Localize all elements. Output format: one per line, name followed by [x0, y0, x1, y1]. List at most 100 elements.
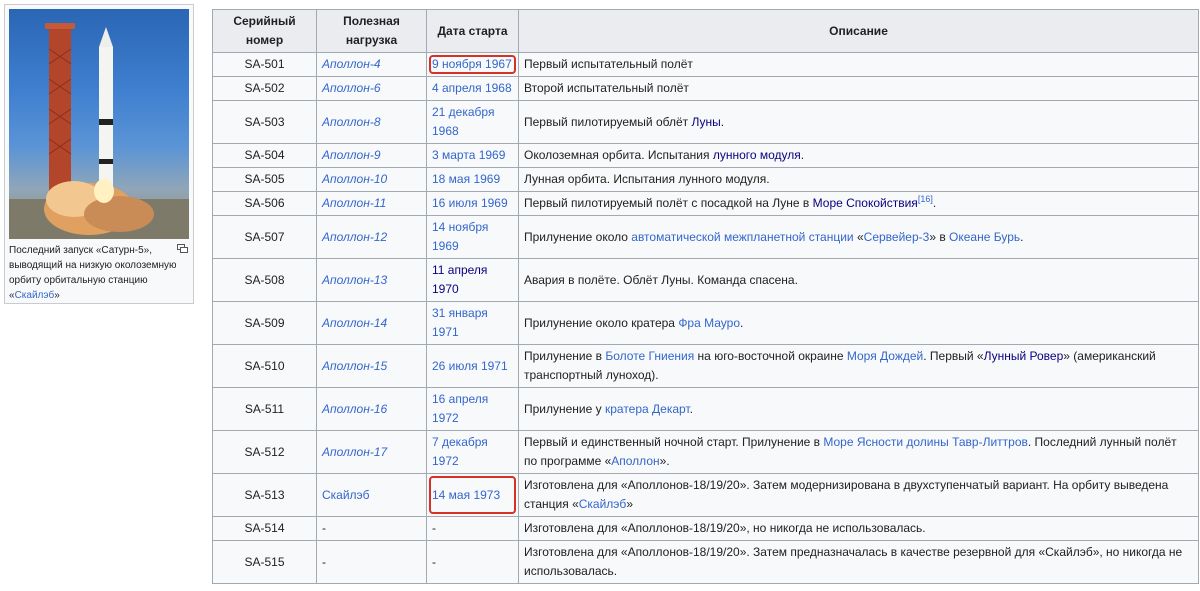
table-row: SA-507 Аполлон-12 14 ноября 1969 Прилунение…: [212, 215, 1199, 259]
reference-link[interactable]: [16]: [918, 194, 933, 204]
serial-cell: SA-510: [212, 344, 317, 388]
description-text: .: [1020, 229, 1024, 244]
description-cell: Изготовлена для «Аполлонов-18/19/20», но…: [518, 516, 1199, 541]
launch-date-link[interactable]: 14 мая 1973: [432, 488, 500, 502]
table-row: SA-513 Скайлэб 14 мая 1973 Изготовлена для …: [212, 473, 1199, 517]
description-text: Прилунение около: [524, 229, 632, 244]
description-link[interactable]: долины Тавр-Литтров: [906, 435, 1028, 449]
description-link[interactable]: Океане Бурь: [949, 230, 1020, 244]
description-link[interactable]: Болоте Гниения: [605, 349, 694, 363]
description-link[interactable]: Лунный Ровер: [984, 349, 1064, 363]
table-row: SA-511 Аполлон-16 16 апреля 1972 Прилунение…: [212, 387, 1199, 431]
description-link[interactable]: Скайлэб: [579, 497, 627, 511]
reference-sup: [16]: [918, 194, 933, 204]
description-text: ».: [659, 454, 670, 468]
launch-date-link[interactable]: 4 апреля 1968: [432, 81, 512, 95]
launch-date-link[interactable]: 11 апреля 1970: [432, 263, 487, 296]
saturn-v-launch-image[interactable]: [9, 9, 189, 239]
payload-link[interactable]: Аполлон-16: [322, 402, 387, 416]
serial-cell: SA-505: [212, 167, 317, 192]
launch-date-link[interactable]: 31 января 1971: [432, 306, 488, 339]
payload-link[interactable]: Аполлон-15: [322, 359, 387, 373]
table-row: SA-509 Аполлон-14 31 января 1971 Прилунение…: [212, 301, 1199, 345]
description-text: Прилунение в: [524, 349, 606, 363]
description-link[interactable]: Море Ясности: [823, 435, 903, 449]
payload-link[interactable]: Аполлон-11: [322, 196, 386, 210]
payload-cell: Аполлон-12: [316, 215, 427, 259]
payload-link[interactable]: Аполлон-10: [322, 172, 387, 186]
table-row: SA-510 Аполлон-15 26 июля 1971 Прилунение в…: [212, 344, 1199, 388]
payload-cell: Аполлон-15: [316, 344, 427, 388]
table-row: SA-514- - Изготовлена для «Аполлонов-18/19…: [212, 516, 1199, 541]
description-text: Изготовлена для «Аполлонов-18/19/20», но…: [524, 521, 926, 535]
launch-date-link[interactable]: 16 апреля 1972: [432, 392, 488, 425]
description-cell: Прилунение у кратера Декарт.: [518, 387, 1199, 431]
description-cell: Первый испытательный полёт: [518, 52, 1199, 77]
header-payload[interactable]: Полезная нагрузка: [316, 9, 427, 53]
description-cell: Изготовлена для «Аполлонов-18/19/20». За…: [518, 540, 1199, 584]
table-row: SA-512 Аполлон-17 7 декабря 1972 Первый и е…: [212, 430, 1199, 474]
description-link[interactable]: Фра Мауро: [678, 316, 740, 330]
description-link[interactable]: Аполлон: [611, 454, 659, 468]
table-row: SA-506 Аполлон-11 16 июля 1969 Первый пилот…: [212, 191, 1199, 216]
launch-date-link[interactable]: 18 мая 1969: [432, 172, 500, 186]
description-text: .: [740, 315, 744, 330]
description-text: Первый испытательный полёт: [524, 57, 693, 71]
payload-cell: Аполлон-16: [316, 387, 427, 431]
launch-date-link[interactable]: 7 декабря 1972: [432, 435, 488, 468]
launch-date-cell: -: [426, 540, 519, 584]
description-text: . Первый «: [923, 349, 984, 363]
payload-link[interactable]: Аполлон-14: [322, 316, 387, 330]
launch-date-link[interactable]: 14 ноября 1969: [432, 220, 488, 253]
launch-date-link[interactable]: 26 июля 1971: [432, 359, 508, 373]
description-link[interactable]: Луны: [691, 115, 720, 129]
payload-cell: Аполлон-10: [316, 167, 427, 192]
table-row: SA-504 Аполлон-9 3 марта 1969 Околоземная о…: [212, 143, 1199, 168]
launch-date-link[interactable]: 21 декабря 1968: [432, 105, 494, 138]
launch-date-link[interactable]: 9 ноября 1967: [432, 57, 512, 71]
payload-link[interactable]: Скайлэб: [322, 488, 370, 502]
payload-link[interactable]: Аполлон-17: [322, 445, 387, 459]
description-link[interactable]: Сервейер-3: [864, 230, 930, 244]
description-link[interactable]: автоматической межпланетной станции: [631, 230, 853, 244]
launch-date-cell: 16 апреля 1972: [426, 387, 519, 431]
table-row: SA-505 Аполлон-10 18 мая 1969 Лунная орбита…: [212, 167, 1199, 192]
description-text: » в: [929, 229, 950, 244]
description-text: Второй испытательный полёт: [524, 81, 689, 95]
launch-date-cell: -: [426, 516, 519, 541]
payload-link[interactable]: Аполлон-4: [322, 57, 381, 71]
table-row: SA-502 Аполлон-6 4 апреля 1968 Второй испыт…: [212, 76, 1199, 101]
description-cell: Второй испытательный полёт: [518, 76, 1199, 101]
description-link[interactable]: лунного модуля: [713, 148, 801, 162]
launch-date-link[interactable]: 16 июля 1969: [432, 196, 508, 210]
header-date[interactable]: Дата старта: [426, 9, 519, 53]
payload-cell: Аполлон-11: [316, 191, 427, 216]
description-text: на юго-восточной окраине: [694, 349, 847, 363]
payload-link[interactable]: Аполлон-9: [322, 148, 381, 162]
launch-date-link[interactable]: 3 марта 1969: [432, 148, 505, 162]
header-serial[interactable]: Серийный номер: [212, 9, 317, 53]
payload-link[interactable]: Аполлон-12: [322, 230, 387, 244]
launch-date-cell: 3 марта 1969: [426, 143, 519, 168]
payload-link[interactable]: Аполлон-6: [322, 81, 381, 95]
launch-date-cell: 4 апреля 1968: [426, 76, 519, 101]
skylab-link[interactable]: Скайлэб: [15, 290, 55, 301]
thumbnail-frame: Последний запуск «Сатурн-5», выводящий н…: [4, 4, 194, 304]
serial-cell: SA-515: [212, 540, 317, 584]
header-description[interactable]: Описание: [518, 9, 1199, 53]
payload-cell: Аполлон-13: [316, 258, 427, 302]
description-link[interactable]: Море Спокойствия: [813, 196, 918, 210]
launch-date-cell: 14 мая 1973: [426, 473, 519, 517]
description-link[interactable]: Моря Дождей: [847, 349, 923, 363]
payload-cell: Скайлэб: [316, 473, 427, 517]
payload-link[interactable]: Аполлон-13: [322, 273, 387, 287]
description-cell: Первый пилотируемый полёт с посадкой на …: [518, 191, 1199, 216]
launch-date-cell: 9 ноября 1967: [426, 52, 519, 77]
description-text: Первый пилотируемый полёт с посадкой на …: [524, 196, 813, 210]
description-link[interactable]: кратера Декарт: [605, 402, 690, 416]
serial-cell: SA-509: [212, 301, 317, 345]
payload-link[interactable]: Аполлон-8: [322, 115, 381, 129]
payload-cell: Аполлон-8: [316, 100, 427, 144]
serial-cell: SA-507: [212, 215, 317, 259]
launch-date-cell: 21 декабря 1968: [426, 100, 519, 144]
